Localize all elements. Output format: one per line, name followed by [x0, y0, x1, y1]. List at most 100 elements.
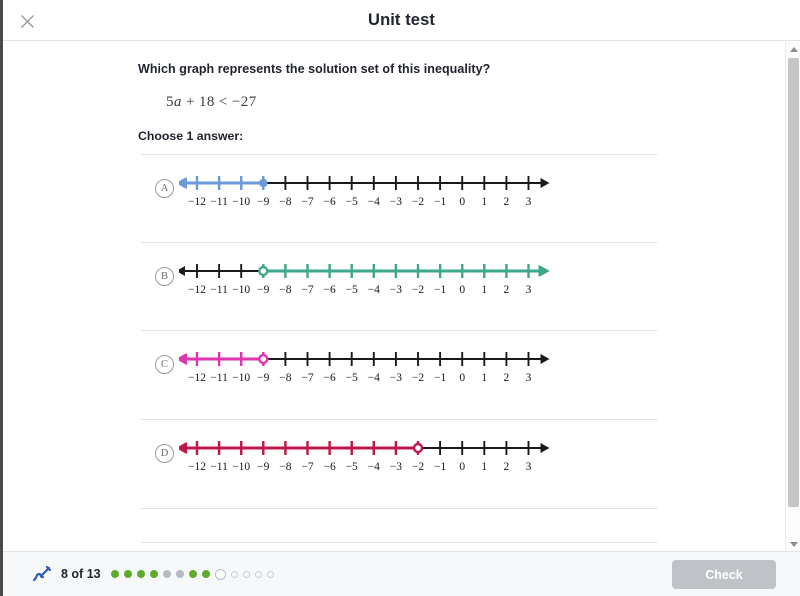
svg-text:−9: −9	[257, 196, 269, 208]
svg-text:−5: −5	[346, 196, 358, 208]
svg-text:−7: −7	[301, 372, 313, 384]
question-prompt: Which graph represents the solution set …	[138, 62, 491, 76]
number-line-c: −12 −11 −10 −9 −8 −7 −6 −5 −4 −3 −2 −1 0 1 2 3	[179, 333, 563, 411]
progress-dot[interactable]	[231, 570, 238, 578]
svg-text:−10: −10	[232, 372, 250, 384]
svg-text:−7: −7	[301, 196, 313, 208]
svg-text:−6: −6	[323, 284, 335, 296]
svg-text:−3: −3	[390, 196, 402, 208]
svg-text:−3: −3	[390, 372, 402, 384]
check-button[interactable]: Check	[672, 560, 776, 589]
scrollbar-thumb[interactable]	[788, 58, 799, 507]
svg-text:−12: −12	[188, 284, 206, 296]
svg-text:−2: −2	[412, 372, 424, 384]
formula-coefficient: 5	[166, 94, 174, 110]
progress-dot[interactable]	[202, 570, 210, 578]
svg-text:3: 3	[526, 196, 532, 208]
svg-text:0: 0	[459, 284, 465, 296]
answer-option-b[interactable]: B −12 −11 −10 −9 −8 −7 −6 −5 −4 −3 −2 −1 0 1 2 3	[141, 245, 781, 323]
answer-option-d[interactable]: D −12 −11 −10 −9 −8 −7 −6 −5 −4 −3 −2 −1 0 1 2 3	[141, 422, 781, 500]
svg-text:−9: −9	[257, 284, 269, 296]
answer-option-c[interactable]: C −12 −11 −10 −9 −8 −7 −6 −5 −4 −3 −2 −1 0 1 2 3	[141, 333, 781, 411]
progress-counter: 8 of 13	[61, 567, 101, 581]
progress-dot[interactable]	[163, 570, 171, 578]
svg-text:2: 2	[504, 461, 510, 473]
svg-text:−1: −1	[434, 196, 446, 208]
svg-text:−11: −11	[210, 461, 228, 473]
svg-text:−11: −11	[210, 284, 228, 296]
window-header: Unit test	[3, 0, 800, 41]
option-divider-top	[141, 154, 658, 155]
progress-dot[interactable]	[267, 570, 274, 578]
svg-text:−3: −3	[390, 284, 402, 296]
svg-text:−9: −9	[257, 372, 269, 384]
option-divider-4	[141, 508, 658, 509]
svg-text:0: 0	[459, 196, 465, 208]
svg-text:−3: −3	[390, 461, 402, 473]
svg-text:0: 0	[459, 461, 465, 473]
svg-text:−4: −4	[368, 284, 380, 296]
progress-dot[interactable]	[150, 570, 158, 578]
exercise-footer: 8 of 13 Check	[3, 551, 800, 596]
svg-text:3: 3	[526, 284, 532, 296]
svg-text:−8: −8	[279, 372, 291, 384]
svg-text:−5: −5	[346, 284, 358, 296]
pencil-icon[interactable]	[31, 565, 53, 585]
number-line-d: −12 −11 −10 −9 −8 −7 −6 −5 −4 −3 −2 −1 0 1 2 3	[179, 422, 563, 500]
number-line-a: −12 −11 −10 −9 −8 −7 −6 −5 −4 −3 −2 −1 0 1 2 3	[179, 157, 563, 235]
option-divider-5	[141, 542, 658, 543]
page-title: Unit test	[368, 11, 435, 29]
option-letter-a[interactable]: A	[155, 179, 174, 198]
formula-variable: a	[173, 94, 182, 110]
progress-dot[interactable]	[189, 570, 197, 578]
chevron-up-icon[interactable]	[786, 42, 800, 56]
svg-text:−1: −1	[434, 461, 446, 473]
svg-text:2: 2	[504, 372, 510, 384]
option-letter-c[interactable]: C	[155, 355, 174, 374]
progress-dot[interactable]	[176, 570, 184, 578]
svg-text:−12: −12	[188, 196, 206, 208]
progress-dot[interactable]	[255, 570, 262, 578]
option-divider-1	[141, 242, 658, 243]
svg-text:−7: −7	[301, 461, 313, 473]
svg-text:−10: −10	[232, 196, 250, 208]
svg-text:−10: −10	[232, 461, 250, 473]
progress-dots[interactable]	[111, 566, 279, 582]
svg-text:1: 1	[481, 196, 487, 208]
svg-text:−6: −6	[323, 461, 335, 473]
svg-text:0: 0	[459, 372, 465, 384]
answer-option-a[interactable]: A −12 −11 −10 −9 −8 −7 −6 −5 −4 −3 −2 −1 0 1 2 3	[141, 157, 781, 235]
svg-text:1: 1	[481, 372, 487, 384]
svg-text:−9: −9	[257, 461, 269, 473]
svg-text:−4: −4	[368, 461, 380, 473]
svg-text:−8: −8	[279, 461, 291, 473]
progress-dot[interactable]	[243, 570, 250, 578]
option-letter-d[interactable]: D	[155, 444, 174, 463]
svg-text:1: 1	[481, 461, 487, 473]
svg-text:−6: −6	[323, 372, 335, 384]
svg-text:3: 3	[526, 372, 532, 384]
option-letter-b[interactable]: B	[155, 267, 174, 286]
svg-text:2: 2	[504, 284, 510, 296]
formula-remainder: + 18 < −27	[181, 94, 257, 110]
svg-text:−7: −7	[301, 284, 313, 296]
svg-text:−4: −4	[368, 372, 380, 384]
vertical-scrollbar[interactable]	[785, 42, 800, 551]
svg-text:−5: −5	[346, 372, 358, 384]
svg-text:1: 1	[481, 284, 487, 296]
inequality-formula: 5a + 18 < −27	[166, 94, 257, 111]
svg-text:−2: −2	[412, 284, 424, 296]
svg-text:−1: −1	[434, 372, 446, 384]
chevron-down-icon[interactable]	[786, 537, 800, 551]
svg-text:−10: −10	[232, 284, 250, 296]
progress-dot[interactable]	[124, 570, 132, 578]
svg-text:−2: −2	[412, 461, 424, 473]
svg-text:2: 2	[504, 196, 510, 208]
question-scroll-area: Which graph represents the solution set …	[3, 42, 800, 551]
option-divider-3	[141, 419, 658, 420]
progress-dot[interactable]	[137, 570, 145, 578]
svg-text:−5: −5	[346, 461, 358, 473]
svg-text:−8: −8	[279, 284, 291, 296]
progress-dot[interactable]	[111, 570, 119, 578]
progress-dot[interactable]	[215, 568, 226, 580]
